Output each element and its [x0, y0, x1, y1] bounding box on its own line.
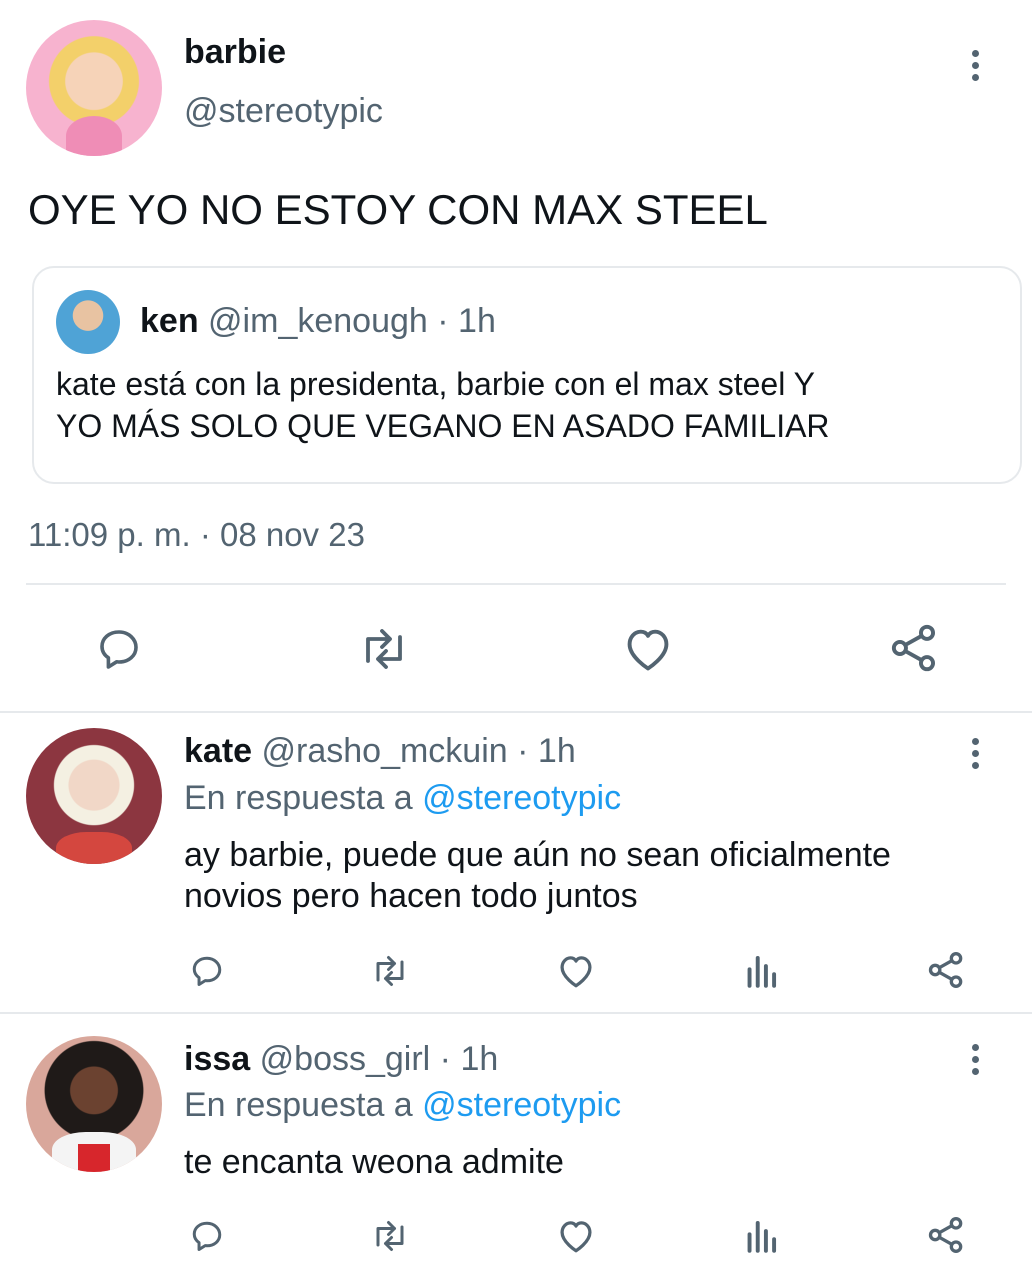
time-separator: · — [507, 732, 538, 770]
more-options-icon[interactable] — [970, 1044, 980, 1080]
reply-icon[interactable] — [188, 1218, 226, 1254]
retweet-icon[interactable] — [356, 625, 412, 673]
share-icon[interactable] — [888, 622, 940, 674]
quoted-tweet-card[interactable]: ken @im_kenough · 1h kate está con la pr… — [32, 266, 1022, 484]
divider — [26, 583, 1006, 585]
quoted-time: 1h — [458, 302, 496, 340]
avatar[interactable] — [26, 20, 162, 156]
like-icon[interactable] — [556, 1218, 596, 1254]
quoted-author-name: ken — [140, 302, 199, 340]
reply-context-label: En respuesta a — [184, 779, 423, 817]
retweet-icon[interactable] — [368, 953, 412, 989]
tweet-text: OYE YO NO ESTOY CON MAX STEEL — [28, 186, 768, 233]
reply-to-mention[interactable]: @stereotypic — [422, 1086, 621, 1124]
analytics-icon[interactable] — [744, 1218, 778, 1254]
author-name[interactable]: kate — [184, 732, 252, 770]
avatar[interactable] — [26, 728, 162, 864]
quoted-text-line: kate está con la presidenta, barbie con … — [56, 366, 815, 402]
quoted-text-line: YO MÁS SOLO QUE VEGANO EN ASADO FAMILIAR — [56, 408, 830, 444]
quoted-author-handle: @im_kenough — [208, 302, 428, 340]
tweet-time: 1h — [537, 732, 576, 770]
reply-text-line: novios pero hacen todo juntos — [184, 877, 638, 915]
share-icon[interactable] — [926, 950, 966, 990]
divider — [0, 711, 1032, 713]
avatar — [56, 290, 120, 354]
reply-text-line: te encanta weona admite — [184, 1143, 564, 1181]
author-handle[interactable]: @rasho_mckuin — [262, 732, 508, 770]
avatar[interactable] — [26, 1036, 162, 1172]
divider — [0, 1012, 1032, 1014]
like-icon[interactable] — [556, 953, 596, 989]
author-name[interactable]: barbie — [184, 33, 286, 72]
more-options-icon[interactable] — [970, 50, 980, 86]
author-name[interactable]: issa — [184, 1040, 250, 1078]
time-separator: · — [430, 1040, 461, 1078]
more-options-icon[interactable] — [970, 738, 980, 774]
reply-context-label: En respuesta a — [184, 1086, 423, 1124]
reply-text-line: ay barbie, puede que aún no sean oficial… — [184, 836, 891, 874]
reply-to-mention[interactable]: @stereotypic — [422, 779, 621, 817]
retweet-icon[interactable] — [368, 1218, 412, 1254]
analytics-icon[interactable] — [744, 953, 778, 989]
author-handle[interactable]: @stereotypic — [184, 92, 383, 131]
author-handle[interactable]: @boss_girl — [260, 1040, 431, 1078]
reply-icon[interactable] — [94, 625, 144, 673]
time-separator: · — [427, 302, 459, 340]
like-icon[interactable] — [622, 625, 674, 673]
tweet-time: 1h — [460, 1040, 499, 1078]
tweet-timestamp: 11:09 p. m. · 08 nov 23 — [28, 516, 365, 553]
share-icon[interactable] — [926, 1215, 966, 1255]
reply-icon[interactable] — [188, 953, 226, 989]
